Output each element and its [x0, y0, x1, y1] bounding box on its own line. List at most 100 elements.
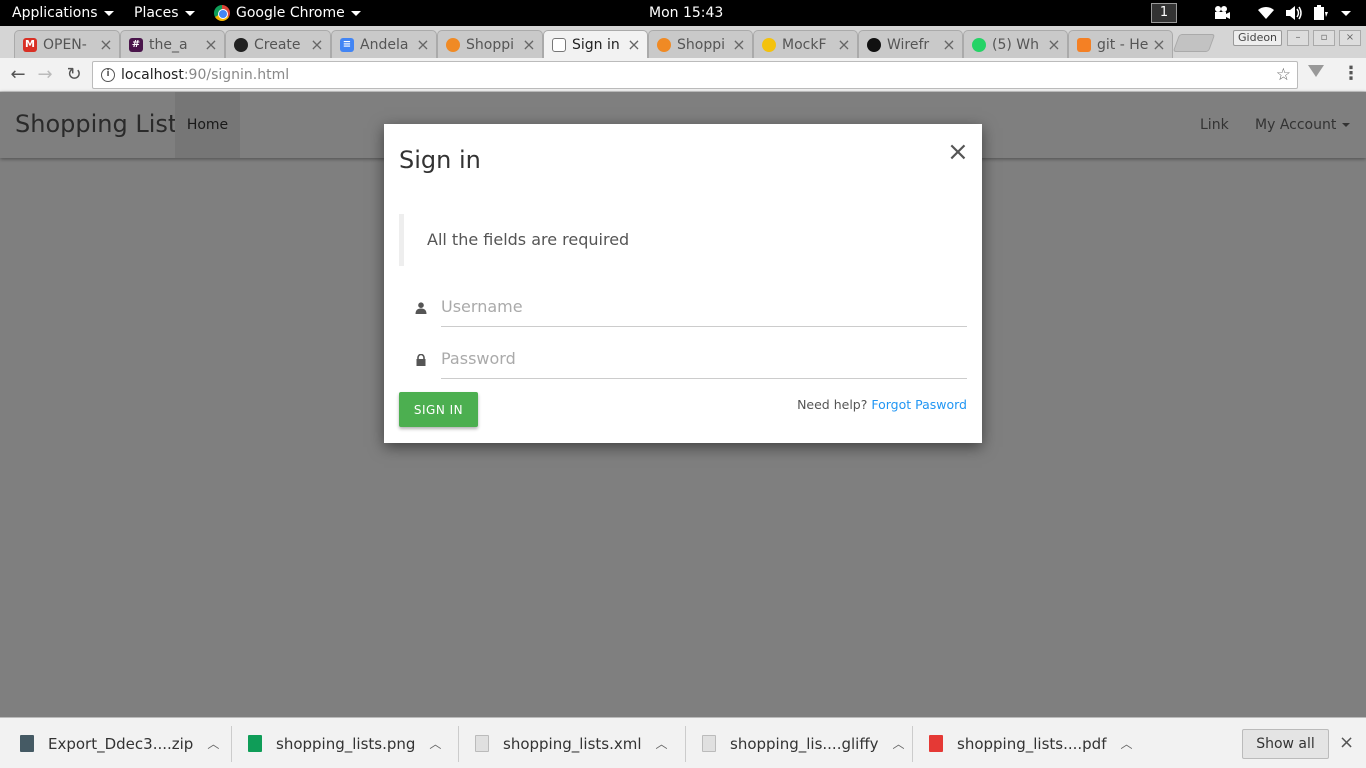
chevron-up-icon[interactable]: ︿	[893, 735, 905, 752]
camera-icon[interactable]	[1213, 5, 1231, 21]
applications-label: Applications	[12, 5, 98, 21]
close-icon[interactable]: ×	[625, 35, 643, 54]
close-icon[interactable]: ×	[1150, 35, 1168, 54]
required-fields-notice: All the fields are required	[399, 214, 967, 266]
forgot-password-link[interactable]: Forgot Pasword	[871, 397, 967, 412]
system-menu-chevron-icon[interactable]	[1341, 11, 1351, 16]
close-icon[interactable]: ×	[940, 35, 958, 54]
window-close-icon[interactable]: ×	[1339, 30, 1361, 46]
applications-menu[interactable]: Applications	[12, 0, 114, 26]
chevron-up-icon[interactable]: ︿	[207, 735, 219, 752]
modal-title: Sign in	[399, 146, 481, 174]
download-filename: shopping_lis....gliffy	[730, 734, 879, 753]
close-icon[interactable]: ×	[947, 139, 969, 165]
tab-stackoverflow[interactable]: git - He ×	[1068, 30, 1173, 58]
wifi-icon[interactable]	[1258, 5, 1274, 21]
address-bar[interactable]: i localhost:90/signin.html ☆	[92, 61, 1298, 89]
download-filename: shopping_lists....pdf	[957, 734, 1107, 753]
close-icon[interactable]: ×	[414, 35, 432, 54]
user-icon	[415, 302, 427, 314]
bookmark-star-icon[interactable]: ☆	[1276, 62, 1291, 88]
tab-label: the_a	[149, 36, 188, 53]
username-field-group	[399, 287, 967, 329]
tab-sign-in[interactable]: Sign in ×	[543, 30, 648, 58]
signin-modal: Sign in × All the fields are required SI…	[384, 124, 982, 443]
wireframe-icon	[867, 37, 881, 52]
password-field-group	[399, 339, 967, 381]
download-filename: Export_Ddec3....zip	[48, 734, 194, 753]
maximize-icon[interactable]: ▫	[1313, 30, 1335, 46]
shopping-icon	[446, 37, 460, 52]
minimize-icon[interactable]: –	[1287, 30, 1309, 46]
close-icon[interactable]: ×	[835, 35, 853, 54]
chevron-up-icon[interactable]: ︿	[429, 735, 441, 752]
tab-whatsapp[interactable]: (5) Wh ×	[963, 30, 1068, 58]
info-icon[interactable]: i	[101, 68, 115, 82]
close-icon[interactable]: ×	[520, 35, 538, 54]
divider	[685, 726, 686, 762]
tab-shopping-1[interactable]: Shoppi ×	[437, 30, 543, 58]
workspace-indicator[interactable]: 1	[1151, 3, 1177, 23]
new-tab-button[interactable]	[1172, 34, 1216, 52]
reload-icon[interactable]: ↻	[62, 63, 86, 87]
password-input[interactable]	[441, 339, 967, 379]
profile-button[interactable]: Gideon	[1233, 30, 1283, 46]
pdf-file-icon	[929, 735, 943, 752]
username-input[interactable]	[441, 287, 967, 327]
tab-slack[interactable]: # the_a ×	[120, 30, 225, 58]
close-icon[interactable]: ×	[202, 35, 220, 54]
chevron-up-icon[interactable]: ︿	[1120, 735, 1132, 752]
download-item[interactable]: shopping_lists.png ︿	[248, 718, 441, 768]
tab-label: Create	[254, 36, 301, 53]
places-label: Places	[134, 5, 179, 21]
tab-label: Andela	[360, 36, 409, 53]
tab-gmail[interactable]: M OPEN- ×	[14, 30, 120, 58]
tab-label: MockF	[782, 36, 827, 53]
extension-icon[interactable]	[1308, 65, 1324, 77]
sign-in-button[interactable]: SIGN IN	[399, 392, 478, 427]
tab-label: git - He	[1097, 36, 1149, 53]
chevron-down-icon	[103, 10, 114, 16]
download-item[interactable]: shopping_lists....pdf ︿	[929, 718, 1133, 768]
close-icon[interactable]: ×	[1339, 732, 1354, 753]
tab-github[interactable]: Create ×	[225, 30, 331, 58]
google-docs-icon: ≡	[340, 37, 354, 52]
download-item[interactable]: shopping_lis....gliffy ︿	[702, 718, 905, 768]
tab-google-docs[interactable]: ≡ Andela ×	[331, 30, 437, 58]
close-icon[interactable]: ×	[730, 35, 748, 54]
clock[interactable]: Mon 15:43	[649, 0, 723, 26]
download-item[interactable]: Export_Ddec3....zip ︿	[20, 718, 219, 768]
tab-label: Shoppi	[677, 36, 725, 53]
whatsapp-icon	[972, 37, 986, 52]
battery-icon[interactable]	[1313, 5, 1329, 21]
app-menu[interactable]: Google Chrome	[214, 0, 361, 26]
slack-icon: #	[129, 37, 143, 52]
tab-label: Wirefr	[887, 36, 930, 53]
divider	[912, 726, 913, 762]
show-all-button[interactable]: Show all	[1242, 729, 1329, 759]
close-icon[interactable]: ×	[308, 35, 326, 54]
forward-arrow-icon[interactable]: →	[33, 63, 57, 87]
chevron-up-icon[interactable]: ︿	[656, 735, 668, 752]
need-help-label: Need help?	[797, 397, 868, 412]
tab-mockflow[interactable]: MockF ×	[753, 30, 858, 58]
system-top-bar: Applications Places Google Chrome Mon 15…	[0, 0, 1366, 26]
volume-icon[interactable]	[1285, 5, 1303, 21]
xml-file-icon	[475, 735, 489, 752]
archive-file-icon	[20, 735, 34, 752]
places-menu[interactable]: Places	[134, 0, 195, 26]
tab-wireframe[interactable]: Wirefr ×	[858, 30, 963, 58]
back-arrow-icon[interactable]: ←	[6, 63, 30, 87]
tab-label: Shoppi	[466, 36, 514, 53]
tab-label: OPEN-	[43, 36, 87, 53]
chrome-icon	[214, 5, 230, 21]
tab-label: (5) Wh	[992, 36, 1039, 53]
download-item[interactable]: shopping_lists.xml ︿	[475, 718, 668, 768]
help-text: Need help? Forgot Pasword	[797, 397, 967, 412]
close-icon[interactable]: ×	[1045, 35, 1063, 54]
menu-dots-icon[interactable]: ⋮	[1342, 63, 1360, 84]
download-filename: shopping_lists.png	[276, 734, 416, 753]
chevron-down-icon	[184, 10, 195, 16]
close-icon[interactable]: ×	[97, 35, 115, 54]
tab-shopping-2[interactable]: Shoppi ×	[648, 30, 753, 58]
